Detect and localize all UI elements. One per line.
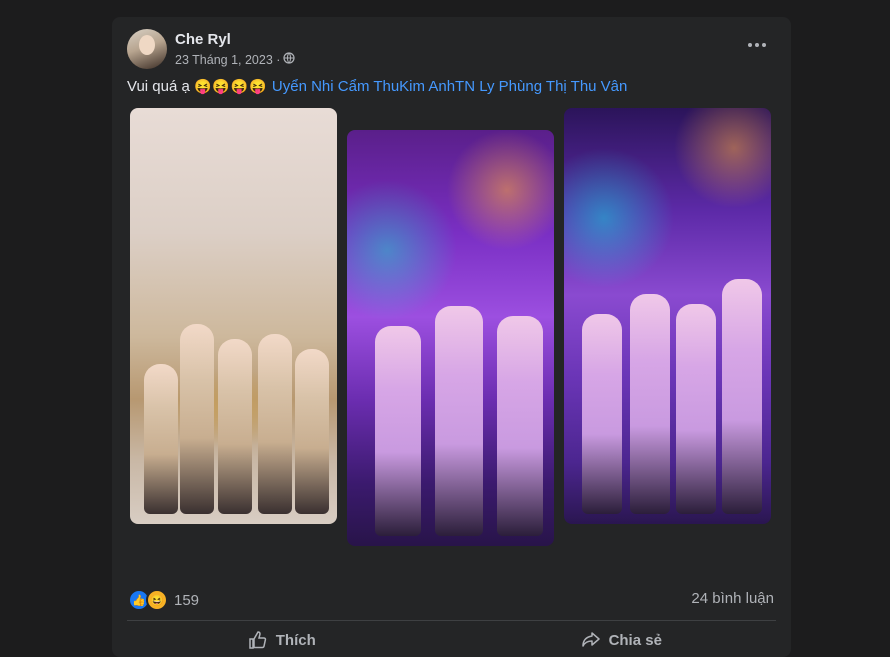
- author-name[interactable]: Che Ryl: [175, 31, 231, 48]
- more-options-icon[interactable]: [745, 35, 769, 55]
- share-icon: [581, 632, 600, 647]
- photo-2-subjects: [347, 288, 554, 546]
- photo-3[interactable]: [564, 108, 771, 524]
- tagged-friends-link[interactable]: Uyển Nhi Cẩm ThuKim AnhTN Ly Phùng Thị T…: [272, 78, 627, 95]
- post-actions: Thích Chia sẻ: [112, 625, 791, 655]
- photo-3-subjects: [564, 266, 771, 524]
- globe-icon: [283, 52, 296, 67]
- post-date[interactable]: 23 Tháng 1, 2023 ·: [175, 53, 280, 67]
- like-button[interactable]: Thích: [112, 625, 452, 655]
- haha-reaction-icon: 😆: [146, 589, 168, 611]
- share-button[interactable]: Chia sẻ: [452, 625, 792, 655]
- photo-1-subjects: [130, 266, 337, 524]
- post-caption: Vui quá ạ 😝😝😝😝 Uyển Nhi Cẩm ThuKim AnhTN…: [127, 78, 627, 95]
- caption-emojis: 😝😝😝😝: [194, 78, 268, 94]
- reaction-summary[interactable]: 👍 😆 159: [128, 589, 199, 611]
- divider: [127, 620, 776, 621]
- like-button-label: Thích: [275, 631, 316, 649]
- thumbs-up-icon: [249, 631, 266, 649]
- avatar[interactable]: [127, 29, 167, 69]
- caption-text: Vui quá ạ: [127, 78, 190, 95]
- reaction-count[interactable]: 159: [174, 592, 199, 609]
- photo-2[interactable]: [347, 130, 554, 546]
- photo-1[interactable]: [130, 108, 337, 524]
- share-button-label: Chia sẻ: [608, 631, 662, 649]
- post-meta: 23 Tháng 1, 2023 ·: [175, 52, 296, 67]
- comment-count[interactable]: 24 bình luận: [691, 590, 774, 607]
- post-card: Che Ryl 23 Tháng 1, 2023 · Vui quá ạ 😝😝😝…: [112, 17, 791, 657]
